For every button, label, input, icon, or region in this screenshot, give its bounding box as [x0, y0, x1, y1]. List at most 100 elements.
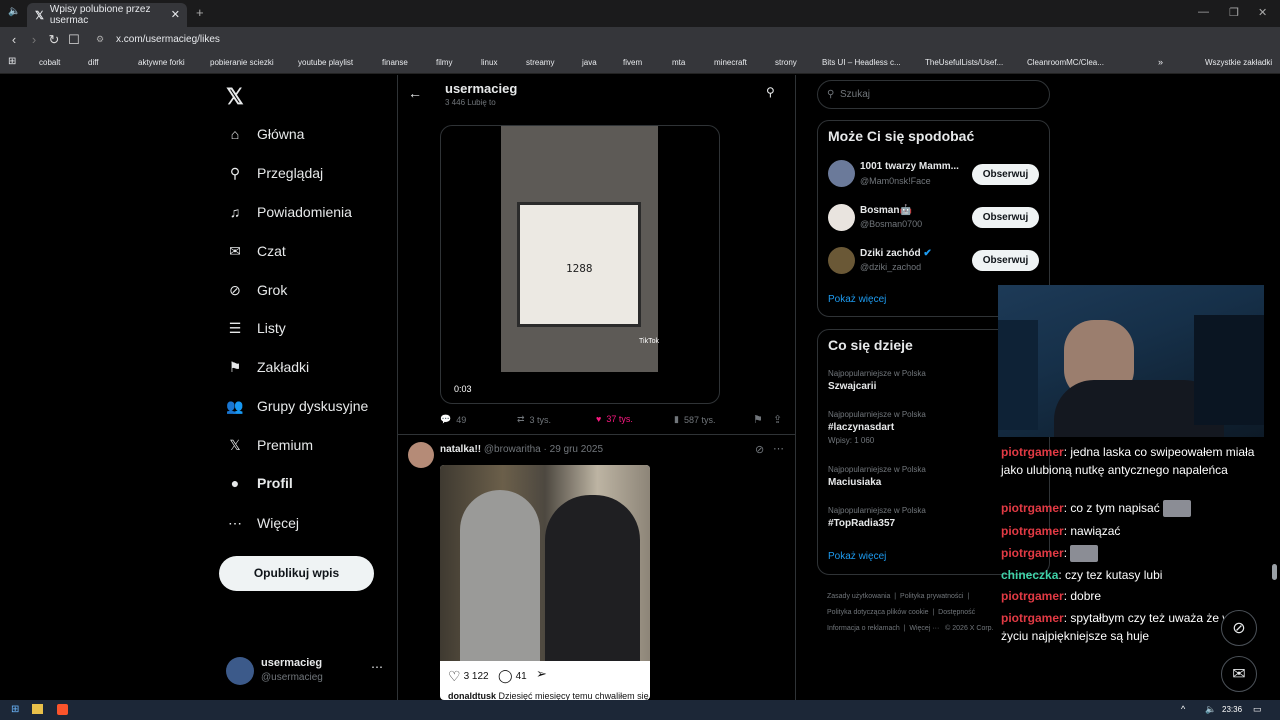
forward-icon[interactable]: ›: [24, 32, 44, 47]
bookmark-item[interactable]: TheUsefulLists/Usef...: [925, 58, 1003, 67]
avatar[interactable]: [828, 247, 855, 274]
bookmark-item[interactable]: finanse: [382, 58, 408, 67]
suggest-name-row[interactable]: Dziki zachód ✔: [860, 248, 932, 259]
show-more-link[interactable]: Pokaż więcej: [828, 294, 886, 305]
bookmark-item[interactable]: mta: [672, 58, 685, 67]
bookmark-item[interactable]: pobieranie sciezki: [210, 58, 274, 67]
sidebar-item-grok[interactable]: ⊘ Grok: [226, 281, 287, 299]
bookmark-page-icon[interactable]: ☐: [64, 32, 84, 48]
share-icon[interactable]: ⇪: [773, 413, 782, 426]
more-options-icon[interactable]: ⋯: [773, 442, 784, 455]
bookmark-item[interactable]: diff: [88, 58, 99, 67]
account-switcher[interactable]: usermacieg @usermacieg ⋯: [226, 654, 386, 690]
sidebar-item-bookmarks[interactable]: ⚑ Zakładki: [226, 358, 309, 376]
follow-button[interactable]: Obserwuj: [972, 164, 1039, 185]
footer-link[interactable]: Polityka dotycząca plików cookie: [827, 609, 929, 616]
footer-link[interactable]: Informacja o reklamach: [827, 625, 900, 632]
bookmark-item[interactable]: strony: [775, 58, 797, 67]
browser-tab[interactable]: 𝕏 Wpisy polubione przez usermac ✕: [27, 3, 187, 27]
reload-icon[interactable]: ↻: [44, 32, 64, 48]
scrollbar-thumb[interactable]: [1272, 564, 1277, 580]
post-date[interactable]: 29 gru 2025: [550, 444, 603, 455]
sidebar-item-premium[interactable]: 𝕏 Premium: [226, 436, 313, 454]
bookmark-item[interactable]: fivem: [623, 58, 642, 67]
repost-button[interactable]: ⇄ 3 tys.: [517, 414, 551, 425]
tab-close-icon[interactable]: ✕: [171, 8, 180, 21]
sidebar-item-notifications[interactable]: ♫ Powiadomienia: [226, 203, 352, 221]
bookmark-item[interactable]: java: [582, 58, 597, 67]
bookmark-item[interactable]: cobalt: [39, 58, 60, 67]
author-handle[interactable]: @browaritha: [484, 444, 541, 455]
back-icon[interactable]: ‹: [4, 32, 24, 47]
bookmark-item[interactable]: Bits UI – Headless c...: [822, 58, 901, 67]
avatar[interactable]: [828, 160, 855, 187]
more-options-icon[interactable]: ⋯: [371, 660, 383, 674]
embed-comment-button[interactable]: ◯ 41: [498, 668, 527, 684]
trends-show-more-link[interactable]: Pokaż więcej: [828, 551, 886, 562]
trend-item[interactable]: Najpopularniejsze w Polska Maciusiaka: [828, 465, 926, 488]
more-bookmarks-icon[interactable]: »: [1158, 57, 1163, 67]
sidebar-item-lists[interactable]: ☰ Listy: [226, 319, 286, 337]
author-name[interactable]: natalka!!: [440, 444, 481, 455]
notifications-icon[interactable]: ▭: [1253, 704, 1262, 715]
like-button[interactable]: ♥ 37 tys.: [596, 414, 633, 424]
search-icon[interactable]: ⚲: [766, 85, 775, 99]
search-input[interactable]: ⚲ Szukaj: [817, 80, 1050, 109]
bookmark-item[interactable]: filmy: [436, 58, 452, 67]
all-bookmarks[interactable]: Wszystkie zakładki: [1205, 58, 1272, 67]
bookmark-item[interactable]: minecraft: [714, 58, 747, 67]
video-player[interactable]: 1288 TikTok 0:03: [440, 125, 720, 404]
sidebar-item-home[interactable]: ⌂ Główna: [226, 125, 305, 143]
suggest-name[interactable]: 1001 twarzy Mamm...: [860, 161, 959, 172]
publish-button[interactable]: Opublikuj wpis: [219, 556, 374, 591]
follow-button[interactable]: Obserwuj: [972, 207, 1039, 228]
site-info-icon[interactable]: ⚙: [96, 30, 104, 49]
bookmark-item[interactable]: linux: [481, 58, 497, 67]
webcam-background: [998, 320, 1038, 430]
avatar[interactable]: [408, 442, 434, 468]
bookmark-item[interactable]: youtube playlist: [298, 58, 353, 67]
start-icon[interactable]: ⊞: [11, 704, 19, 715]
bookmark-icon[interactable]: ⚑: [753, 413, 763, 426]
follow-button[interactable]: Obserwuj: [972, 250, 1039, 271]
views-button[interactable]: ▮ 587 tys.: [674, 414, 715, 425]
bookmark-item[interactable]: streamy: [526, 58, 554, 67]
sidebar-item-more[interactable]: ⋯ Więcej: [226, 514, 299, 532]
reply-button[interactable]: 💬 49: [440, 414, 466, 425]
trend-item[interactable]: Najpopularniejsze w Polska #laczynasdart W…: [828, 410, 926, 445]
file-explorer-icon[interactable]: [32, 704, 43, 714]
address-bar[interactable]: ⚙ x.com/usermacieg/likes: [92, 30, 992, 49]
footer-link[interactable]: Polityka prywatności: [900, 593, 963, 600]
tray-arrow-icon[interactable]: ^: [1181, 704, 1185, 714]
volume-icon[interactable]: 🔈: [1205, 704, 1216, 715]
close-window-icon[interactable]: ✕: [1258, 6, 1267, 19]
messages-float-button[interactable]: ✉: [1221, 656, 1257, 692]
bookmark-item[interactable]: CleanroomMC/Clea...: [1027, 58, 1104, 67]
bookmark-item[interactable]: aktywne forki: [138, 58, 185, 67]
grok-icon[interactable]: ⊘: [755, 443, 764, 456]
minimize-icon[interactable]: —: [1198, 6, 1209, 18]
audio-icon[interactable]: 🔈: [8, 6, 20, 17]
trend-item[interactable]: Najpopularniejsze w Polska #TopRadia357: [828, 506, 926, 529]
footer-link[interactable]: Zasady użytkowania: [827, 593, 890, 600]
avatar[interactable]: [828, 204, 855, 231]
maximize-icon[interactable]: ❐: [1229, 6, 1239, 19]
trend-item[interactable]: Najpopularniejsze w Polska Szwajcarii: [828, 369, 926, 392]
back-arrow-icon[interactable]: ←: [408, 85, 422, 101]
footer-link[interactable]: Dostępność: [938, 609, 975, 616]
suggest-name[interactable]: Bosman🤖: [860, 205, 912, 216]
sidebar-item-communities[interactable]: 👥 Grupy dyskusyjne: [226, 397, 368, 415]
post-image[interactable]: ♡ 3 122 ◯ 41 ➢ donaldtusk Dziesięć miesięc…: [440, 465, 650, 700]
grok-float-button[interactable]: ⊘: [1221, 610, 1257, 646]
clock[interactable]: 23:36: [1222, 705, 1242, 714]
apps-grid-icon[interactable]: ⊞: [8, 56, 16, 67]
send-icon[interactable]: ➢: [536, 666, 547, 682]
sidebar-item-explore[interactable]: ⚲ Przeglądaj: [226, 164, 323, 182]
sidebar-item-chat[interactable]: ✉ Czat: [226, 242, 286, 260]
footer-link[interactable]: Więcej ···: [909, 625, 939, 632]
sidebar-item-profile[interactable]: ● Profil: [226, 474, 293, 492]
brave-browser-icon[interactable]: [57, 704, 68, 715]
x-home-logo-icon[interactable]: 𝕏: [226, 84, 244, 110]
new-tab-icon[interactable]: +: [196, 5, 204, 20]
embed-like-button[interactable]: ♡ 3 122: [448, 668, 489, 685]
